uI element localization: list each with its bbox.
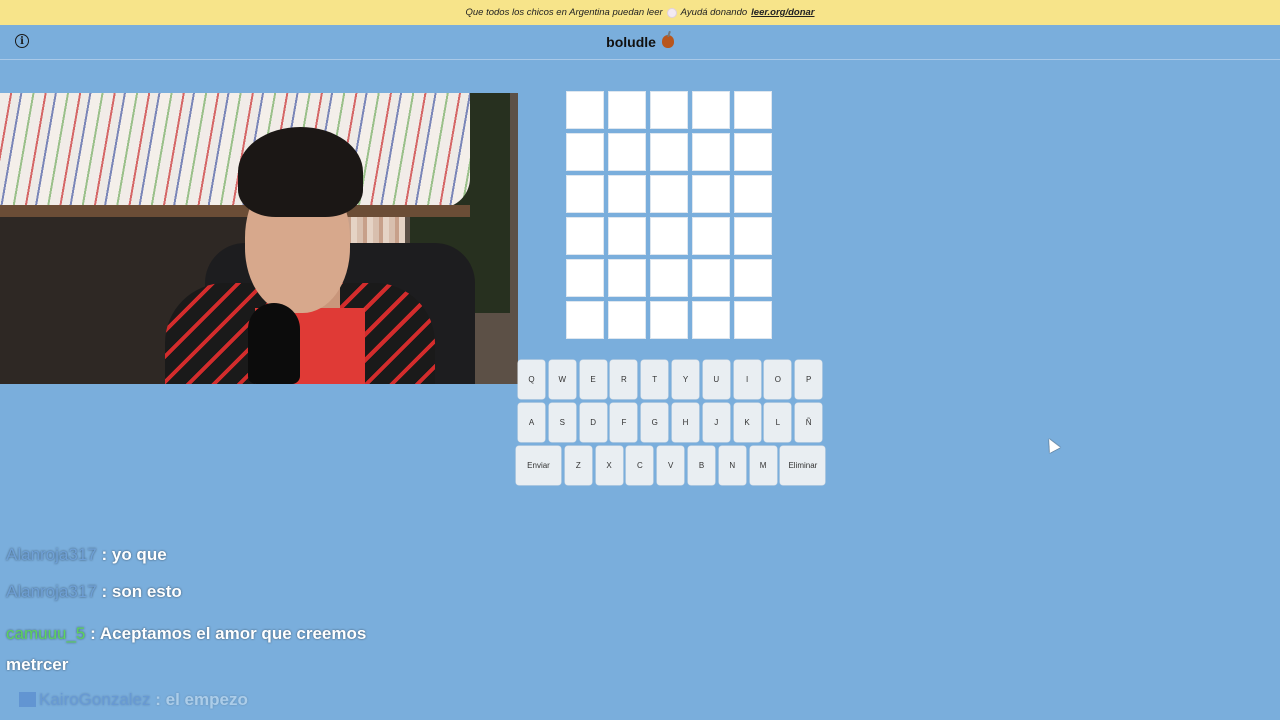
- board-tile: [566, 259, 604, 297]
- key-n[interactable]: N: [718, 446, 746, 485]
- chat-text: : el empezo: [155, 690, 248, 709]
- key-z[interactable]: Z: [564, 446, 592, 485]
- board-tile: [650, 133, 688, 171]
- key-u[interactable]: U: [702, 360, 730, 399]
- chat-message: Alanroja317 : son esto: [6, 582, 182, 602]
- board-tile: [692, 133, 730, 171]
- chat-message: KairoGonzalez : el empezo: [19, 690, 248, 710]
- board-tile: [650, 301, 688, 339]
- banner-text: Que todos los chicos en Argentina puedan…: [465, 7, 663, 18]
- webcam-overlay: [0, 93, 518, 384]
- board-tile: [692, 175, 730, 213]
- key-m[interactable]: M: [749, 446, 777, 485]
- board-tile: [692, 217, 730, 255]
- board-tile: [566, 301, 604, 339]
- board-tile: [650, 259, 688, 297]
- board-tile: [734, 259, 772, 297]
- key-ñ[interactable]: Ñ: [795, 403, 823, 442]
- board-tile: [734, 133, 772, 171]
- chat-username: Alanroja317: [6, 545, 97, 564]
- donation-banner: Que todos los chicos en Argentina puedan…: [0, 0, 1280, 25]
- app-title: boludle: [606, 34, 656, 50]
- key-v[interactable]: V: [657, 446, 685, 485]
- key-j[interactable]: J: [702, 403, 730, 442]
- key-p[interactable]: P: [795, 360, 823, 399]
- key-r[interactable]: R: [610, 360, 638, 399]
- board-tile: [608, 91, 646, 129]
- badge-icon: [19, 692, 36, 707]
- board-tile: [566, 133, 604, 171]
- chat-message: Alanroja317 : yo que: [6, 545, 167, 565]
- key-q[interactable]: Q: [518, 360, 545, 399]
- key-a[interactable]: A: [518, 403, 545, 442]
- key-i[interactable]: I: [733, 360, 761, 399]
- board-tile: [650, 91, 688, 129]
- key-d[interactable]: D: [579, 403, 607, 442]
- key-y[interactable]: Y: [672, 360, 699, 399]
- board-tile: [608, 133, 646, 171]
- key-e[interactable]: E: [579, 360, 607, 399]
- board-tile: [734, 91, 772, 129]
- board-tile: [650, 175, 688, 213]
- key-x[interactable]: X: [595, 446, 623, 485]
- mate-icon: [661, 35, 674, 48]
- chat-username: Alanroja317: [6, 582, 97, 601]
- board-tile: [692, 259, 730, 297]
- board-tile: [608, 175, 646, 213]
- key-h[interactable]: H: [672, 403, 699, 442]
- heart-icon: [666, 7, 677, 18]
- header: i boludle: [0, 25, 1280, 60]
- board-tile: [566, 91, 604, 129]
- key-b[interactable]: B: [688, 446, 715, 485]
- key-c[interactable]: C: [626, 446, 654, 485]
- board-tile: [692, 301, 730, 339]
- chat-username: camuuu_5: [6, 624, 86, 643]
- page-title: boludle: [0, 34, 1280, 50]
- key-o[interactable]: O: [764, 360, 792, 399]
- board-tile: [734, 301, 772, 339]
- board-tile: [566, 217, 604, 255]
- board-tile: [650, 217, 688, 255]
- key-g[interactable]: G: [641, 403, 669, 442]
- board-tile: [734, 175, 772, 213]
- chat-text: : son esto: [101, 582, 182, 601]
- donate-link[interactable]: leer.org/donar: [751, 7, 814, 18]
- chat-message: camuuu_5 : Aceptamos el amor que creemos…: [6, 618, 406, 680]
- board-tile: [692, 91, 730, 129]
- chat-username: KairoGonzalez: [39, 690, 151, 709]
- mouse-cursor-icon: [1043, 435, 1061, 454]
- board-tile: [566, 175, 604, 213]
- enter-key[interactable]: Enviar: [516, 446, 561, 485]
- board-tile: [734, 217, 772, 255]
- delete-key[interactable]: Eliminar: [780, 446, 826, 485]
- key-s[interactable]: S: [548, 403, 576, 442]
- board-tile: [608, 217, 646, 255]
- banner-cta: Ayudá donando: [680, 7, 748, 18]
- board-tile: [608, 259, 646, 297]
- chat-text: : yo que: [101, 545, 167, 564]
- key-k[interactable]: K: [733, 403, 761, 442]
- key-t[interactable]: T: [641, 360, 669, 399]
- board-tile: [608, 301, 646, 339]
- key-l[interactable]: L: [764, 403, 792, 442]
- key-w[interactable]: W: [548, 360, 576, 399]
- key-f[interactable]: F: [610, 403, 638, 442]
